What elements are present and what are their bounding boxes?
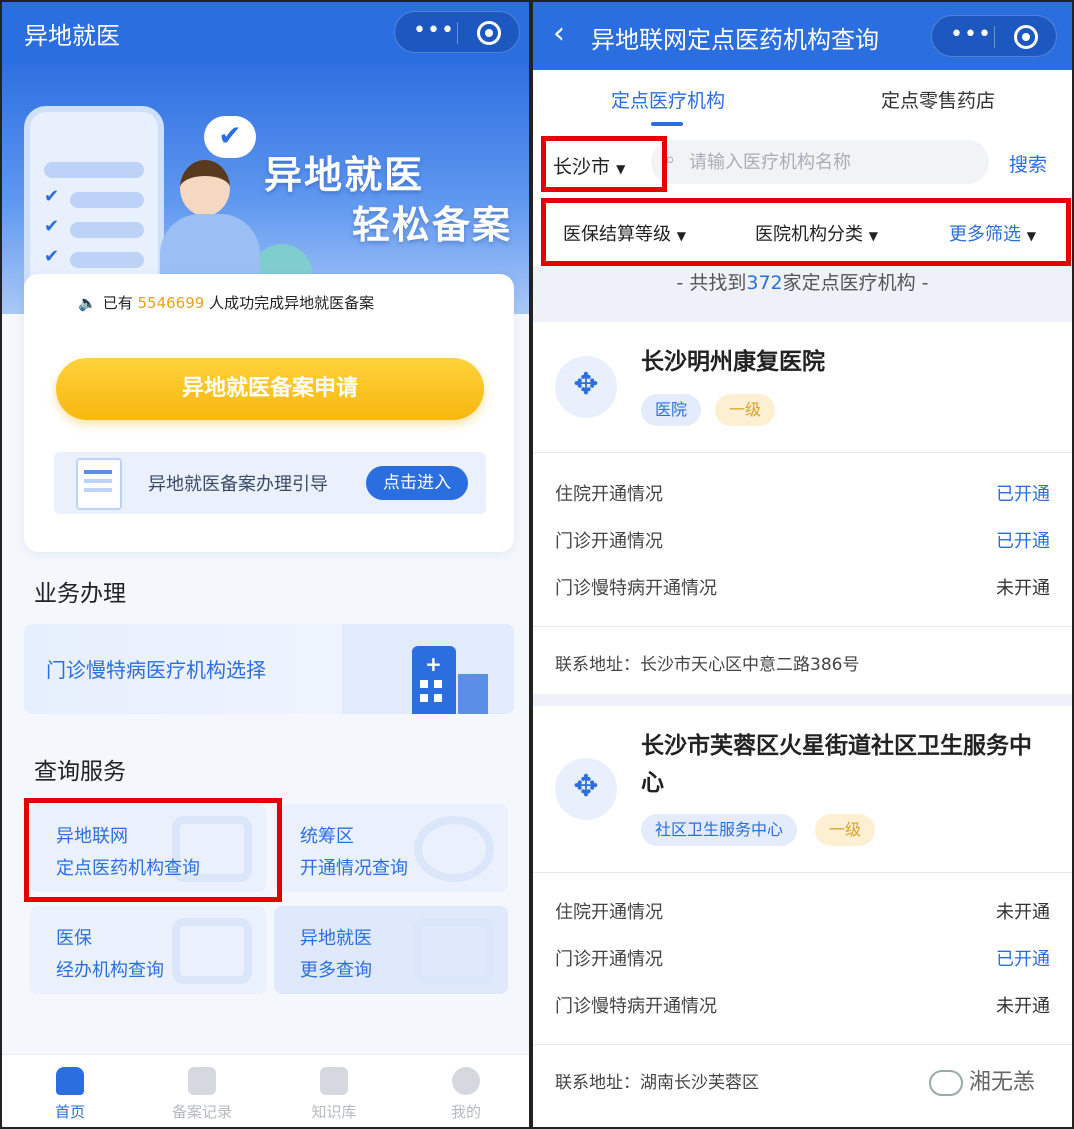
page-title: 异地联网定点医药机构查询 [591,26,879,54]
chronic-clinic-selection-card[interactable]: 门诊慢特病医疗机构选择 + [24,624,514,714]
check-bubble-icon: ✔ [204,116,256,158]
miniprogram-capsule: ••• [394,11,520,53]
chronic-status-label: 门诊慢特病开通情况 [555,996,717,1017]
more-icon[interactable]: ••• [950,22,992,47]
back-icon[interactable]: ‹ [553,16,565,51]
result-count: - 共找到372家定点医疗机构 - [676,272,929,294]
tab-home[interactable]: 首页 [4,1055,136,1127]
chronic-clinic-selection-label: 门诊慢特病医疗机构选择 [46,658,266,682]
active-tab-indicator [651,122,683,126]
page-title: 异地就医 [24,22,120,50]
layers-icon [172,918,252,984]
chronic-status-label: 门诊慢特病开通情况 [555,578,717,599]
institution-address: 联系地址：湖南长沙芙蓉区 [555,1073,759,1093]
result-count-number: 372 [746,272,783,294]
top-bar: 异地就医 ••• [2,2,529,64]
inpatient-status-label: 住院开通情况 [555,902,663,923]
highlight-box [541,136,667,192]
institution-level-tag: 一级 [715,394,776,426]
outpatient-status-value: 已开通 [996,531,1050,552]
tab-filing-records[interactable]: 备案记录 [136,1055,268,1127]
miniprogram-capsule: ••• [931,15,1057,57]
watermark: 湘无恙 [929,1064,1035,1096]
tab-designated-medical[interactable]: 定点医疗机构 [611,86,725,113]
query-section-title: 查询服务 [34,759,126,785]
agency-query-tile[interactable]: 医保 经办机构查询 [30,906,266,994]
institution-type-tag: 社区卫生服务中心 [641,814,798,846]
right-screen: ‹ 异地联网定点医药机构查询 ••• 定点医疗机构 定点零售药店 长沙市 ▼ ⌕… [531,0,1074,1129]
tab-knowledge[interactable]: 知识库 [268,1055,400,1127]
category-tabs: 定点医疗机构 定点零售药店 [533,70,1072,130]
enter-arrow-icon [414,918,494,984]
institution-type-tag: 医院 [641,394,702,426]
outpatient-status-label: 门诊开通情况 [555,531,663,552]
chronic-status-value: 未开通 [996,578,1050,599]
more-icon[interactable]: ••• [413,18,455,43]
inpatient-status-value: 未开通 [996,902,1050,923]
left-screen: 异地就医 ••• ✔ ✔ ✔ ✔ 异地就医 轻松备案 🔈 已有 5546699 人… [0,0,531,1129]
wechat-icon [929,1070,963,1096]
more-query-tile[interactable]: 异地就医 更多查询 [274,906,508,994]
inpatient-status-label: 住院开通情况 [555,484,663,505]
filing-notice: 🔈 已有 5546699 人成功完成异地就医备案 [78,294,375,312]
bottom-tab-bar: 首页 备案记录 知识库 我的 [2,1054,529,1127]
highlight-box [24,798,282,902]
medical-cross-icon: ✥ [555,356,617,418]
close-miniprogram-icon[interactable] [1014,25,1038,49]
institution-address: 联系地址：长沙市天心区中意二路386号 [555,655,860,675]
filing-apply-button[interactable]: 异地就医备案申请 [56,358,484,420]
document-icon [76,458,122,510]
pooling-area-query-tile[interactable]: 统筹区 开通情况查询 [274,804,508,892]
hero-title-line1: 异地就医 [264,153,425,197]
outpatient-status-label: 门诊开通情况 [555,949,663,970]
tab-profile[interactable]: 我的 [400,1055,529,1127]
guide-text: 异地就医备案办理引导 [148,474,328,495]
knowledge-icon [320,1067,348,1095]
close-miniprogram-icon[interactable] [477,21,501,45]
highlight-box [541,198,1071,266]
guide-enter-button[interactable]: 点击进入 [366,466,468,500]
top-bar: ‹ 异地联网定点医药机构查询 ••• [533,2,1072,70]
filing-card: 🔈 已有 5546699 人成功完成异地就医备案 异地就医备案申请 异地就医备案办… [24,274,514,552]
institution-name: 长沙明州康复医院 [641,349,825,375]
institution-level-tag: 一级 [815,814,876,846]
filing-count: 5546699 [137,294,205,312]
hospital-building-icon: + [412,646,456,714]
institution-card[interactable]: ✥ 长沙明州康复医院 医院 一级 住院开通情况 已开通 门诊开通情况 已开通 门… [533,322,1072,694]
person-illustration [180,160,230,216]
search-input[interactable] [689,140,979,184]
profile-icon [452,1067,480,1095]
inpatient-status-value: 已开通 [996,484,1050,505]
home-icon [56,1067,84,1095]
tab-designated-pharmacy[interactable]: 定点零售药店 [881,86,995,113]
institution-name: 长沙市芙蓉区火星街道社区卫生服务中心 [641,733,1032,796]
speaker-icon: 🔈 [78,294,97,312]
hero-title-line2: 轻松备案 [352,203,513,247]
chronic-status-value: 未开通 [996,996,1050,1017]
outpatient-status-value: 已开通 [996,949,1050,970]
filing-guide-banner[interactable]: 异地就医备案办理引导 点击进入 [54,452,486,514]
location-pin-icon [414,816,494,882]
business-section-title: 业务办理 [34,581,126,607]
search-field[interactable]: ⌕ [651,140,989,184]
medical-cross-icon: ✥ [555,758,617,820]
record-icon [188,1067,216,1095]
search-button[interactable]: 搜索 [1009,150,1047,177]
